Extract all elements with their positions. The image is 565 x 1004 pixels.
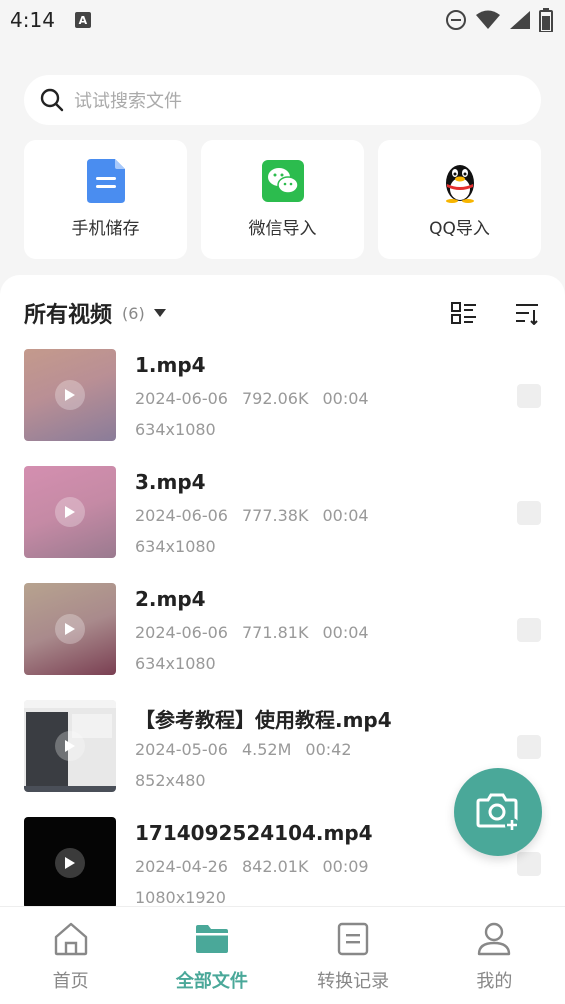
nav-records[interactable]: 转换记录 — [283, 907, 424, 1004]
wifi-icon — [476, 10, 500, 29]
source-label: 手机储存 — [71, 219, 140, 239]
video-date: 2024-06-06 — [135, 623, 228, 642]
record-icon — [337, 922, 369, 956]
video-resolution: 852x480 — [135, 771, 206, 790]
sort-icon[interactable] — [515, 301, 541, 325]
play-icon — [65, 506, 75, 518]
video-size: 777.38K — [241, 506, 309, 525]
nav-label: 首页 — [52, 971, 89, 992]
camera-add-icon — [476, 793, 519, 832]
video-duration: 00:04 — [322, 389, 369, 408]
video-resolution: 634x1080 — [135, 537, 216, 556]
video-date: 2024-05-06 — [135, 740, 228, 759]
wechat-icon — [261, 160, 304, 202]
play-icon — [65, 857, 75, 869]
video-duration: 00:04 — [322, 506, 369, 525]
qq-import-card[interactable]: QQ导入 — [378, 140, 541, 259]
select-checkbox[interactable] — [517, 501, 541, 525]
source-label: 微信导入 — [248, 219, 317, 239]
video-meta: 2024-04-26 842.01K 00:09 — [135, 857, 383, 876]
caret-down-icon[interactable] — [153, 308, 167, 318]
video-thumbnail — [24, 817, 116, 909]
list-header: 所有视频 (6) — [24, 295, 541, 331]
list-item[interactable]: 3.mp4 2024-06-06 777.38K 00:04 634x1080 — [0, 466, 565, 583]
status-time: 4:14 — [10, 8, 55, 32]
video-size: 792.06K — [241, 389, 309, 408]
battery-icon — [539, 8, 553, 32]
dnd-icon — [446, 10, 466, 30]
folder-icon — [195, 925, 228, 953]
video-thumbnail — [24, 466, 116, 558]
video-meta: 2024-06-06 792.06K 00:04 — [135, 389, 383, 408]
bottom-nav: 首页 全部文件 转换记录 我的 — [0, 906, 565, 1004]
nav-label: 转换记录 — [317, 971, 390, 992]
video-date: 2024-04-26 — [135, 857, 228, 876]
list-item[interactable]: 2.mp4 2024-06-06 771.81K 00:04 634x1080 — [0, 583, 565, 700]
video-thumbnail — [24, 349, 116, 441]
camera-add-button[interactable] — [454, 768, 542, 856]
notification-a-icon: A — [74, 12, 91, 28]
select-checkbox[interactable] — [517, 735, 541, 759]
video-resolution: 634x1080 — [135, 420, 216, 439]
video-duration: 00:09 — [322, 857, 369, 876]
list-title: 所有视频 — [24, 303, 113, 328]
signal-icon — [510, 11, 530, 29]
play-icon — [65, 389, 75, 401]
list-view-icon[interactable] — [451, 301, 477, 325]
video-date: 2024-06-06 — [135, 389, 228, 408]
video-name: 1.mp4 — [135, 353, 206, 377]
video-name: 3.mp4 — [135, 470, 206, 494]
nav-all-files[interactable]: 全部文件 — [141, 907, 282, 1004]
video-duration: 00:42 — [305, 740, 352, 759]
video-name: 【参考教程】使用教程.mp4 — [135, 708, 392, 732]
nav-label: 全部文件 — [175, 971, 248, 992]
video-duration: 00:04 — [322, 623, 369, 642]
wechat-import-card[interactable]: 微信导入 — [201, 140, 364, 259]
source-label: QQ导入 — [429, 219, 490, 239]
nav-mine[interactable]: 我的 — [424, 907, 565, 1004]
select-checkbox[interactable] — [517, 618, 541, 642]
video-thumbnail — [24, 700, 116, 792]
play-icon — [65, 740, 75, 752]
search-placeholder: 试试搜索文件 — [74, 91, 182, 112]
video-meta: 2024-05-06 4.52M 00:42 — [135, 740, 366, 759]
video-name: 2.mp4 — [135, 587, 206, 611]
video-meta: 2024-06-06 777.38K 00:04 — [135, 506, 383, 525]
phone-storage-card[interactable]: 手机储存 — [24, 140, 187, 259]
home-icon — [54, 922, 87, 956]
import-sources: 手机储存 微信导入 QQ导入 — [24, 140, 541, 259]
search-icon — [40, 88, 64, 112]
search-bar[interactable]: 试试搜索文件 — [24, 75, 541, 125]
qq-penguin-icon — [445, 165, 474, 203]
video-thumbnail — [24, 583, 116, 675]
select-checkbox[interactable] — [517, 384, 541, 408]
video-name: 1714092524104.mp4 — [135, 821, 373, 845]
list-item[interactable]: 1.mp4 2024-06-06 792.06K 00:04 634x1080 — [0, 349, 565, 466]
status-bar: 4:14 A — [0, 0, 565, 40]
video-resolution: 634x1080 — [135, 654, 216, 673]
document-icon — [86, 159, 125, 203]
nav-home[interactable]: 首页 — [0, 907, 141, 1004]
video-resolution: 1080x1920 — [135, 888, 226, 907]
play-icon — [65, 623, 75, 635]
video-date: 2024-06-06 — [135, 506, 228, 525]
video-size: 771.81K — [241, 623, 309, 642]
video-meta: 2024-06-06 771.81K 00:04 — [135, 623, 383, 642]
user-icon — [478, 922, 511, 956]
nav-label: 我的 — [476, 971, 513, 992]
list-count: (6) — [122, 303, 145, 323]
video-size: 4.52M — [241, 740, 292, 759]
video-size: 842.01K — [241, 857, 309, 876]
select-checkbox[interactable] — [517, 852, 541, 876]
